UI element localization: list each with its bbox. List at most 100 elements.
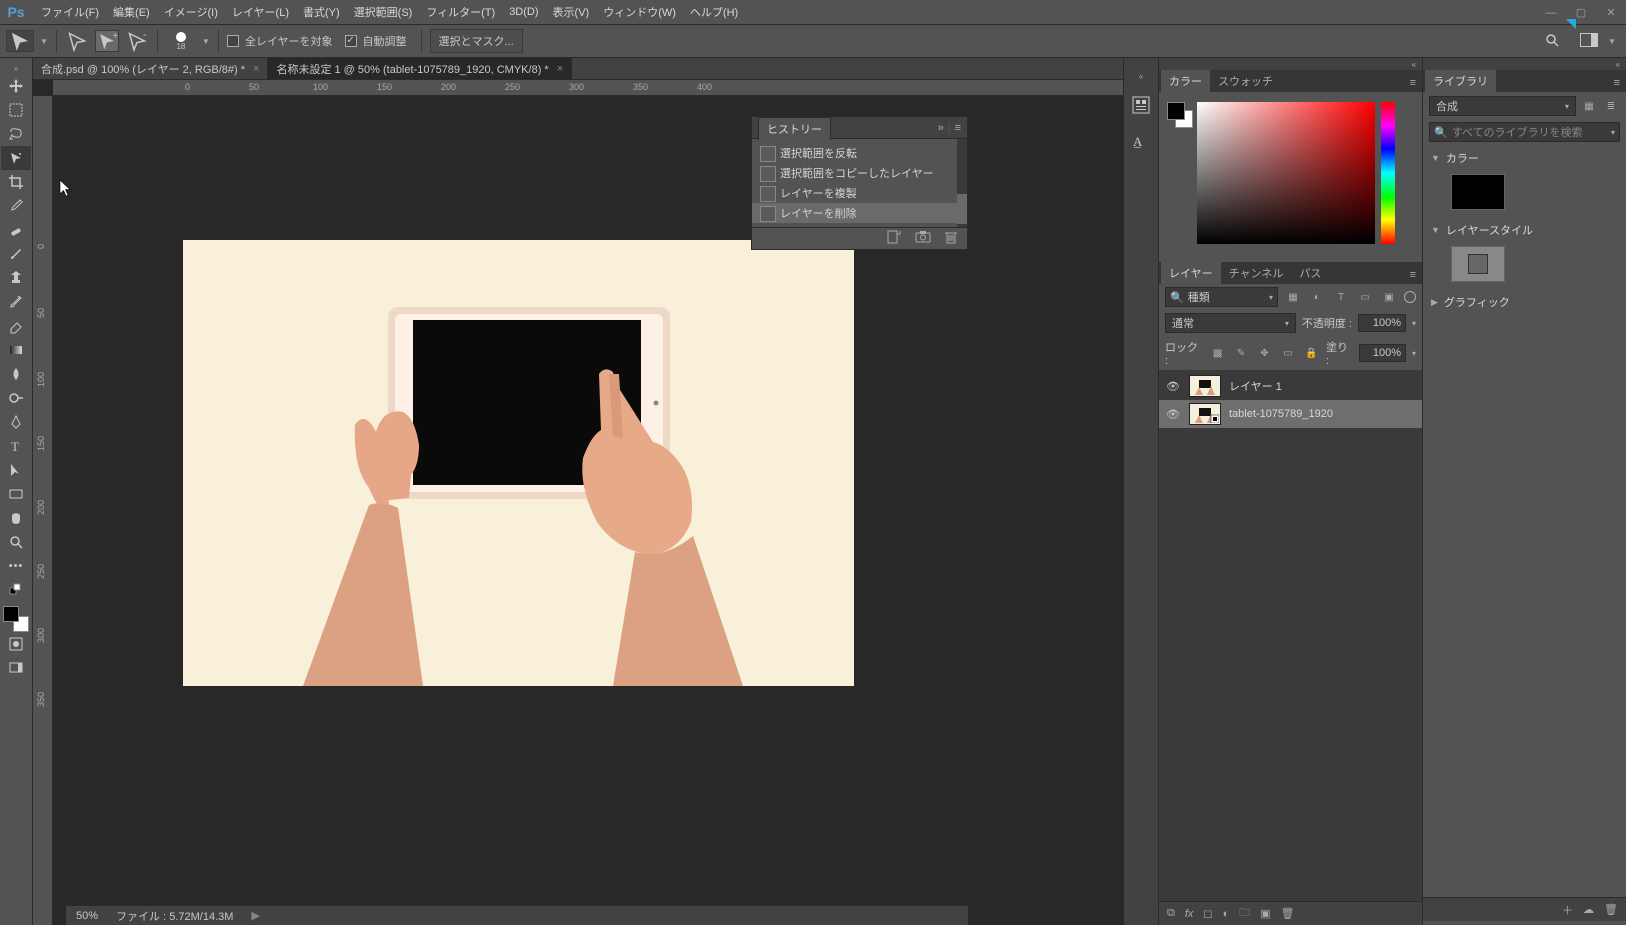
history-panel-title[interactable]: ヒストリー [758, 117, 831, 140]
status-more-icon[interactable]: ▶ [251, 909, 259, 922]
layer-row[interactable]: 👁 レイヤー 1 [1159, 372, 1422, 400]
lib-sync-icon[interactable]: ☁ [1583, 903, 1594, 916]
search-icon[interactable] [1544, 32, 1570, 51]
layer-filter-type[interactable]: 🔍 種類 ▾ [1165, 287, 1278, 307]
library-color-swatch[interactable] [1451, 174, 1505, 210]
lock-position-icon[interactable]: ✥ [1256, 344, 1273, 362]
fill-input[interactable]: 100% [1359, 344, 1406, 362]
subtract-from-selection-icon[interactable]: - [125, 30, 149, 52]
history-new-doc-icon[interactable] [887, 230, 901, 247]
lock-artboard-icon[interactable]: ▭ [1279, 344, 1296, 362]
blend-mode-select[interactable]: 通常 ▾ [1165, 313, 1296, 333]
history-scrollbar-thumb[interactable] [957, 194, 967, 224]
menu-file[interactable]: ファイル(F) [34, 0, 106, 24]
library-search[interactable]: 🔍 すべてのライブラリを検索 ▾ [1429, 122, 1620, 142]
eraser-tool[interactable] [1, 314, 31, 338]
hue-strip[interactable] [1381, 102, 1395, 244]
document-tab-1[interactable]: 合成.psd @ 100% (レイヤー 2, RGB/8#) * × [33, 58, 268, 79]
filter-toggle[interactable] [1404, 291, 1416, 303]
sliver-expand-icon[interactable]: « [1126, 70, 1156, 82]
gradient-tool[interactable] [1, 338, 31, 362]
canvas[interactable] [183, 240, 854, 686]
panel-fgbg-swatch[interactable] [1167, 102, 1193, 128]
lock-all-icon[interactable]: 🔒 [1303, 344, 1320, 362]
clone-stamp-tool[interactable] [1, 266, 31, 290]
color-field[interactable] [1197, 102, 1375, 244]
panel-menu-icon[interactable]: ≡ [955, 122, 961, 134]
layers-tab[interactable]: レイヤー [1161, 262, 1221, 284]
panel-collapse-icon[interactable]: » [938, 122, 944, 134]
layer-row[interactable]: 👁 tablet-1075789_1920 [1159, 400, 1422, 428]
menu-help[interactable]: ヘルプ(H) [683, 0, 745, 24]
filter-shape-icon[interactable]: ▭ [1356, 288, 1374, 306]
panel-collapse-icon[interactable]: « [1159, 58, 1422, 70]
brush-tool[interactable] [1, 242, 31, 266]
menu-layer[interactable]: レイヤー(L) [225, 0, 296, 24]
ruler-horizontal[interactable]: 0 50 100 150 200 250 300 350 400 [53, 80, 1123, 96]
menu-image[interactable]: イメージ(I) [157, 0, 225, 24]
library-layerstyle-swatch[interactable] [1451, 246, 1505, 282]
layer-mask-icon[interactable]: ◻ [1203, 907, 1212, 920]
path-selection-tool[interactable] [1, 458, 31, 482]
blur-tool[interactable] [1, 362, 31, 386]
add-to-selection-icon[interactable]: + [95, 30, 119, 52]
new-layer-icon[interactable]: ▣ [1260, 907, 1270, 920]
adjustment-layer-icon[interactable]: ◐ [1223, 908, 1230, 920]
panel-menu-icon[interactable]: ≡ [1404, 74, 1422, 92]
quick-mask-tool[interactable] [1, 632, 31, 656]
brush-preview[interactable]: 18 [166, 32, 196, 51]
screen-mode-tool[interactable] [1, 656, 31, 680]
filter-smart-icon[interactable]: ▣ [1380, 288, 1398, 306]
type-tool[interactable]: T [1, 434, 31, 458]
workspace-switch-icon[interactable] [1580, 33, 1598, 50]
move-tool[interactable] [1, 74, 31, 98]
foreground-color-swatch[interactable] [3, 606, 19, 622]
menu-view[interactable]: 表示(V) [546, 0, 597, 24]
properties-panel-icon[interactable] [1128, 92, 1154, 118]
library-select[interactable]: 合成 ▾ [1429, 96, 1576, 116]
layers-list[interactable]: 👁 レイヤー 1 👁 tablet-1075789_1920 [1159, 370, 1422, 901]
crop-tool[interactable] [1, 170, 31, 194]
history-list[interactable]: 選択範囲を反転 選択範囲をコピーしたレイヤー レイヤーを複製 レイヤーを削除 [752, 139, 967, 227]
quick-selection-tool[interactable] [1, 146, 31, 170]
character-panel-icon[interactable]: A̲ [1128, 128, 1154, 154]
panel-fg-swatch[interactable] [1167, 102, 1185, 120]
panel-collapse-icon[interactable]: « [1423, 58, 1626, 70]
rectangular-marquee-tool[interactable] [1, 98, 31, 122]
link-layers-icon[interactable]: ⧉ [1167, 907, 1175, 920]
history-snapshot-icon[interactable] [915, 231, 931, 246]
lib-section-graphic[interactable]: ▶ グラフィック [1423, 288, 1626, 316]
menu-select[interactable]: 選択範囲(S) [347, 0, 420, 24]
lock-image-icon[interactable]: ✎ [1232, 344, 1249, 362]
paths-tab[interactable]: パス [1291, 262, 1329, 284]
library-tab[interactable]: ライブラリ [1425, 70, 1496, 92]
layer-name[interactable]: レイヤー 1 [1229, 378, 1282, 394]
new-selection-icon[interactable] [65, 30, 89, 52]
history-brush-tool[interactable] [1, 290, 31, 314]
menu-type[interactable]: 書式(Y) [296, 0, 347, 24]
lib-add-icon[interactable]: ＋ [1562, 902, 1573, 918]
lib-grid-view-icon[interactable]: ▦ [1580, 97, 1598, 115]
lock-transparent-icon[interactable]: ▩ [1209, 344, 1226, 362]
menu-filter[interactable]: フィルター(T) [419, 0, 502, 24]
document-tab-close-icon[interactable]: × [253, 63, 259, 75]
workspace-dropdown-icon[interactable]: ▼ [1608, 37, 1616, 46]
brush-dropdown-icon[interactable]: ▼ [202, 37, 210, 46]
zoom-level-label[interactable]: 50% [76, 910, 98, 922]
window-minimize-button[interactable]: — [1536, 0, 1566, 25]
pen-tool[interactable] [1, 410, 31, 434]
channels-tab[interactable]: チャンネル [1221, 262, 1292, 284]
zoom-tool[interactable] [1, 530, 31, 554]
panel-menu-icon[interactable]: ≡ [1608, 74, 1626, 92]
color-tab[interactable]: カラー [1161, 70, 1210, 92]
healing-brush-tool[interactable] [1, 218, 31, 242]
chevron-down-icon[interactable]: ▾ [1412, 319, 1416, 328]
default-swatch-reset-icon[interactable] [1, 578, 31, 602]
layer-group-icon[interactable]: 🗀 [1239, 904, 1250, 923]
select-and-mask-button[interactable]: 選択とマスク... [430, 29, 523, 53]
layer-name[interactable]: tablet-1075789_1920 [1229, 408, 1333, 420]
lib-section-color[interactable]: ▼ カラー [1423, 144, 1626, 172]
lib-list-view-icon[interactable]: ≣ [1602, 97, 1620, 115]
all-layers-checkbox[interactable] [227, 35, 239, 47]
panel-menu-icon[interactable]: ≡ [1404, 266, 1422, 284]
